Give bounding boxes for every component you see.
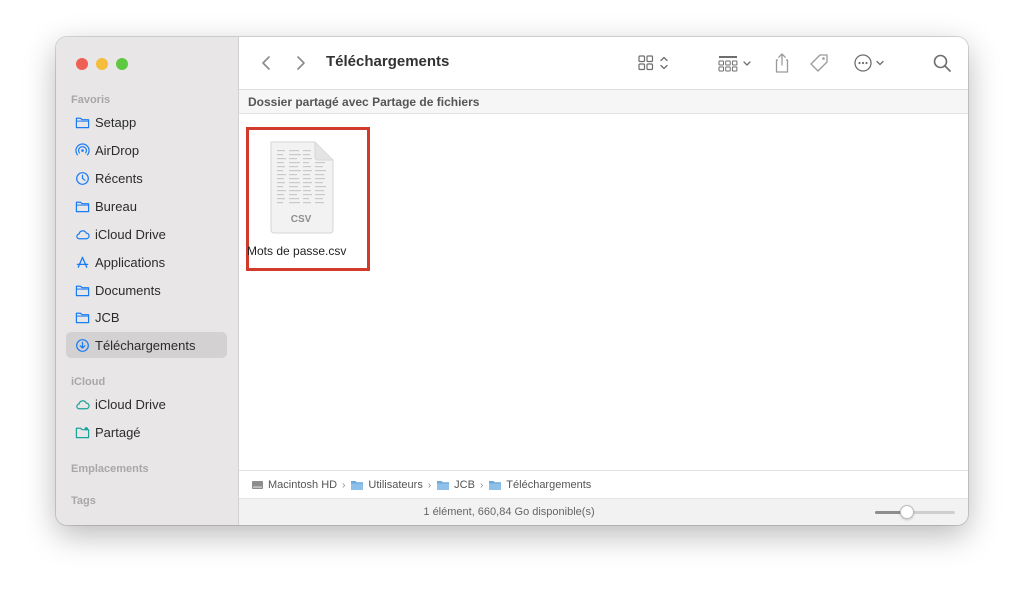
shared-folder-icon — [74, 424, 90, 440]
path-bar: Macintosh HD › Utilisateurs › JCB › Télé… — [239, 470, 968, 499]
chevron-left-icon — [262, 56, 270, 70]
sidebar-item-label: Setapp — [95, 114, 137, 130]
status-text: 1 élément, 660,84 Go disponible(s) — [423, 506, 595, 518]
sidebar-item-icloud-drive[interactable]: iCloud Drive — [66, 221, 227, 247]
sidebar-item-label: Documents — [95, 282, 161, 298]
shared-folder-banner-text: Dossier partagé avec Partage de fichiers — [248, 95, 480, 109]
path-item-telechargements[interactable]: Téléchargements — [488, 479, 591, 491]
window-controls — [76, 58, 128, 70]
icon-grid-view-icon — [638, 55, 668, 71]
group-by-button[interactable] — [715, 51, 757, 75]
sidebar-item-documents[interactable]: Documents — [66, 277, 227, 303]
close-window-button[interactable] — [76, 58, 88, 70]
file-browser-content: CSV Mots de passe.csv — [239, 114, 968, 470]
minimize-window-button[interactable] — [96, 58, 108, 70]
tag-button[interactable] — [807, 51, 831, 75]
sidebar-item-label: Téléchargements — [95, 337, 196, 353]
folder-icon — [74, 282, 90, 298]
download-icon — [74, 337, 90, 353]
cloud-icon — [74, 396, 90, 412]
folder-icon — [489, 481, 502, 490]
file-item[interactable]: CSV Mots de passe.csv — [246, 127, 370, 271]
sidebar-section-favorites: Favoris — [71, 94, 111, 106]
more-actions-button[interactable] — [852, 51, 890, 75]
folder-icon — [74, 198, 90, 214]
sidebar-item-label: Applications — [95, 254, 166, 270]
zoom-window-button[interactable] — [116, 58, 128, 70]
disk-icon — [252, 481, 263, 489]
sidebar-item-icloud-drive-2[interactable]: iCloud Drive — [66, 391, 227, 417]
path-item-label: JCB — [454, 479, 475, 491]
sidebar-item-bureau[interactable]: Bureau — [66, 193, 227, 219]
back-button[interactable] — [257, 53, 275, 73]
sidebar-item-jcb[interactable]: JCB — [66, 304, 227, 330]
sidebar-item-label: Récents — [95, 170, 143, 186]
sidebar-item-label: Bureau — [95, 198, 137, 214]
sidebar-item-label: Partagé — [95, 424, 141, 440]
folder-icon — [437, 481, 450, 490]
folder-icon — [74, 114, 90, 130]
sidebar-item-label: AirDrop — [95, 142, 140, 158]
path-separator: › — [427, 479, 432, 491]
slider-thumb[interactable] — [900, 505, 914, 519]
path-item-label: Téléchargements — [506, 479, 592, 491]
sidebar-item-applications[interactable]: Applications — [66, 249, 227, 275]
path-item-macintosh-hd[interactable]: Macintosh HD — [251, 479, 337, 491]
path-item-label: Macintosh HD — [268, 479, 338, 491]
shared-folder-banner: Dossier partagé avec Partage de fichiers — [239, 90, 968, 114]
search-button[interactable] — [930, 51, 954, 75]
sidebar-section-locations: Emplacements — [71, 463, 149, 475]
sidebar-item-setapp[interactable]: Setapp — [66, 109, 227, 135]
cloud-icon — [74, 226, 90, 242]
sidebar-item-recents[interactable]: Récents — [66, 165, 227, 191]
sidebar-item-partage[interactable]: Partagé — [66, 419, 227, 445]
sidebar-item-label: iCloud Drive — [95, 226, 166, 242]
share-button[interactable] — [771, 50, 793, 76]
airdrop-icon — [74, 142, 90, 158]
ellipsis-circle-icon — [854, 54, 884, 72]
folder-icon — [351, 481, 364, 490]
path-separator: › — [342, 479, 346, 491]
folder-icon — [74, 309, 90, 325]
status-bar: 1 élément, 660,84 Go disponible(s) — [239, 498, 968, 525]
finder-window: Favoris Setapp AirDrop Récents Bureau iC… — [56, 37, 968, 525]
forward-button[interactable] — [292, 53, 310, 73]
file-name[interactable]: Mots de passe.csv — [247, 244, 369, 258]
file-type-label: CSV — [291, 214, 312, 225]
sidebar-item-label: JCB — [95, 309, 120, 325]
sidebar-section-tags: Tags — [71, 495, 96, 507]
view-mode-button[interactable] — [635, 51, 673, 75]
path-item-label: Utilisateurs — [368, 479, 423, 491]
group-icon — [718, 56, 751, 72]
icon-size-slider[interactable] — [875, 505, 955, 519]
sidebar-item-telechargements[interactable]: Téléchargements — [66, 332, 227, 358]
sidebar-item-label: iCloud Drive — [95, 396, 166, 412]
search-icon — [933, 54, 951, 72]
applications-icon — [74, 254, 90, 270]
sidebar-item-airdrop[interactable]: AirDrop — [66, 137, 227, 163]
clock-icon — [74, 170, 90, 186]
chevron-right-icon — [297, 56, 305, 70]
sidebar-section-icloud: iCloud — [71, 376, 106, 388]
share-icon — [775, 53, 789, 73]
tag-icon — [810, 54, 828, 72]
sidebar: Favoris Setapp AirDrop Récents Bureau iC… — [56, 37, 239, 525]
toolbar: Téléchargements — [239, 37, 968, 90]
csv-file-icon[interactable]: CSV — [265, 138, 337, 241]
path-separator: › — [479, 479, 484, 491]
path-item-jcb[interactable]: JCB — [436, 479, 475, 491]
path-item-utilisateurs[interactable]: Utilisateurs — [350, 479, 423, 491]
window-title: Téléchargements — [326, 53, 450, 70]
